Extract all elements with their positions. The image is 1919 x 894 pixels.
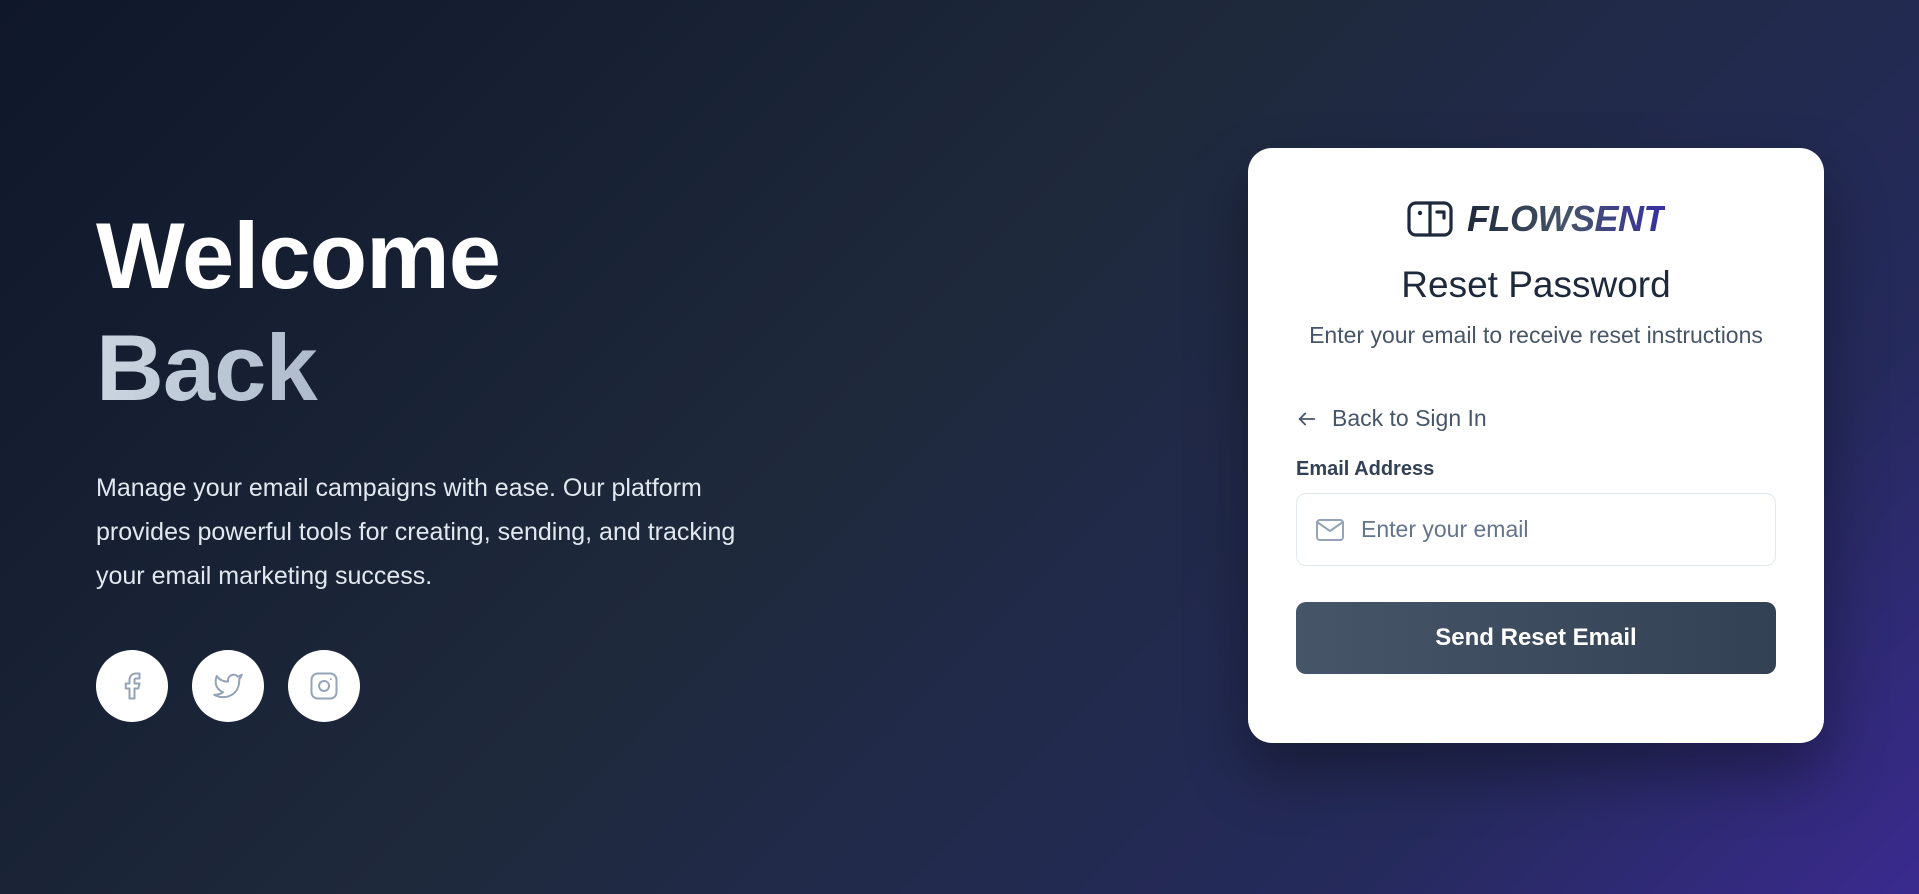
arrow-left-icon — [1298, 412, 1316, 425]
email-input[interactable] — [1361, 494, 1757, 565]
back-link-label: Back to Sign In — [1332, 405, 1487, 431]
send-reset-email-button[interactable]: Send Reset Email — [1296, 602, 1776, 674]
hero-title-back: Back — [96, 312, 816, 424]
brand-logo: FLOWSENT — [1296, 196, 1776, 242]
mail-icon — [1316, 518, 1344, 541]
reset-password-card: FLOWSENT Reset Password Enter your email… — [1248, 148, 1824, 743]
brand-name: FLOWSENT — [1467, 198, 1665, 239]
facebook-button[interactable] — [96, 650, 168, 722]
back-to-sign-in-link[interactable]: Back to Sign In — [1296, 405, 1487, 432]
card-title: Reset Password — [1401, 264, 1671, 305]
instagram-button[interactable] — [288, 650, 360, 722]
email-field[interactable] — [1296, 493, 1776, 566]
instagram-icon — [310, 672, 338, 700]
logo-icon — [1407, 201, 1453, 237]
hero-description: Manage your email campaigns with ease. O… — [96, 474, 736, 590]
twitter-button[interactable] — [192, 650, 264, 722]
hero-title-welcome: Welcome — [96, 203, 501, 308]
social-links — [96, 650, 816, 722]
hero-section: Welcome Back Manage your email campaigns… — [96, 200, 816, 722]
facebook-icon — [124, 672, 141, 700]
card-subtitle: Enter your email to receive reset instru… — [1309, 322, 1763, 348]
email-label: Email Address — [1296, 458, 1435, 480]
twitter-icon — [213, 673, 243, 699]
